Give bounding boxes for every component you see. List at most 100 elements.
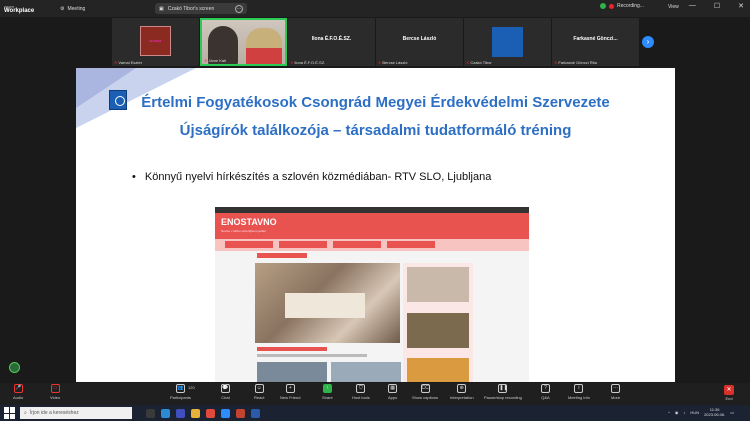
participant-tile[interactable]: Farkasné Gönczi... ✕ Farkasné Gönczi Rita bbox=[552, 18, 639, 66]
meeting-menu[interactable]: ⚙ Meeting bbox=[60, 6, 85, 12]
close-button[interactable]: ✕ bbox=[738, 2, 744, 10]
meeting-info-label: Meeting info bbox=[568, 395, 590, 400]
word-icon[interactable] bbox=[251, 408, 260, 418]
volume-icon[interactable]: ♪ bbox=[683, 410, 685, 415]
task-view-icon[interactable] bbox=[146, 408, 155, 418]
sidebar-photo bbox=[407, 358, 469, 382]
chrome-icon[interactable] bbox=[206, 408, 215, 418]
view-label: View bbox=[668, 4, 679, 10]
network-icon[interactable]: ◉ bbox=[675, 410, 679, 415]
system-tray: ^ ◉ ♪ HUN 11:36 2023.06.06. ▭ bbox=[668, 407, 734, 417]
pause-recording-icon: ❚❚ bbox=[498, 384, 508, 393]
mic-muted-icon: ✕ bbox=[114, 60, 118, 65]
screen-share-label: Czakó Tibor's screen bbox=[167, 5, 215, 12]
site-caption-text bbox=[257, 354, 367, 357]
file-explorer-icon[interactable] bbox=[191, 408, 200, 418]
site-subtitle: Novice v lahko razumljivem jeziku bbox=[221, 229, 266, 233]
participant-tile[interactable]: ✕ Czakó Tibor bbox=[464, 18, 551, 66]
tray-up-icon[interactable]: ^ bbox=[668, 410, 670, 415]
more-button[interactable]: ··· More bbox=[611, 384, 620, 400]
mic-muted-icon: ✕ bbox=[378, 60, 382, 65]
status-badge[interactable] bbox=[9, 362, 20, 373]
pause-recording-label: Pause/stop recording bbox=[484, 395, 522, 400]
participant-name: Jáme Kati bbox=[208, 58, 227, 63]
interpretation-label: Interpretation bbox=[450, 395, 474, 400]
minimize-button[interactable]: — bbox=[689, 2, 696, 10]
zoom-app-window: zoom Workplace ⚙ Meeting ▣ Czakó Tibor's… bbox=[0, 0, 750, 421]
taskbar-search-input[interactable]: ⌕ Írjon ide a kereséshez bbox=[20, 407, 132, 419]
share-button[interactable]: ↑ Share bbox=[322, 384, 333, 400]
captions-icon: CC bbox=[420, 384, 430, 393]
meeting-info-button[interactable]: i Meeting info bbox=[568, 384, 590, 400]
more-icon: ··· bbox=[611, 384, 621, 393]
new-friend-button[interactable]: + New Friend bbox=[280, 384, 300, 400]
pause-recording-button[interactable]: ❚❚ Pause/stop recording bbox=[484, 384, 522, 400]
participant-name-tag: ✕ Czakó Tibor bbox=[466, 60, 492, 65]
chat-button[interactable]: 💬 Chat bbox=[221, 384, 230, 400]
edge-icon[interactable] bbox=[161, 408, 170, 418]
recording-indicator[interactable]: Recording... bbox=[600, 3, 644, 9]
participant-name: Bercse László bbox=[382, 60, 408, 65]
chat-icon: 💬 bbox=[221, 384, 230, 393]
site-main-photo bbox=[255, 263, 400, 343]
powerpoint-icon[interactable] bbox=[236, 408, 245, 418]
clock[interactable]: 11:36 2023.06.06. bbox=[704, 407, 725, 417]
host-tools-button[interactable]: ⛉ Host tools bbox=[352, 384, 370, 400]
site-title: ENOSTAVNO bbox=[221, 217, 277, 227]
mic-muted-icon: ✕ bbox=[204, 58, 208, 63]
screen-share-indicator[interactable]: ▣ Czakó Tibor's screen ··· bbox=[155, 3, 247, 14]
participant-tile[interactable]: Bercse László ✕ Bercse László bbox=[376, 18, 463, 66]
mic-muted-icon: ✕ bbox=[466, 60, 470, 65]
share-options-button[interactable]: ··· bbox=[235, 4, 243, 13]
slide-subtitle: Újságírók találkozója – társadalmi tudat… bbox=[179, 122, 572, 139]
website-screenshot: ENOSTAVNO Novice v lahko razumljivem jez… bbox=[215, 207, 529, 382]
photo-table bbox=[285, 293, 365, 318]
host-tools-icon: ⛉ bbox=[356, 384, 366, 393]
participant-name: Ilona É.F.O.É.SZ. bbox=[294, 60, 326, 65]
maximize-button[interactable]: ☐ bbox=[714, 2, 720, 10]
end-button[interactable]: ✕ End bbox=[724, 385, 734, 401]
slide-bullet: • Könnyű nyelvi hírkészítés a szlovén kö… bbox=[132, 171, 491, 183]
next-participants-button[interactable]: › bbox=[642, 36, 654, 48]
qa-label: Q&A bbox=[541, 395, 550, 400]
interpretation-button[interactable]: ⊕ Interpretation bbox=[450, 384, 474, 400]
video-button[interactable]: ▭ Video bbox=[50, 384, 60, 400]
app-brand: zoom Workplace bbox=[0, 4, 52, 14]
search-placeholder: Írjon ide a kereséshez bbox=[29, 410, 79, 416]
zoom-icon[interactable] bbox=[221, 408, 230, 418]
view-button[interactable]: View bbox=[668, 4, 679, 10]
participant-tile[interactable]: Ilona É.F.O.É.SZ. ✕ Ilona É.F.O.É.SZ. bbox=[288, 18, 375, 66]
search-icon: ⌕ bbox=[24, 410, 27, 416]
participant-tile[interactable]: ÉFOÉSZ ✕ Varnai Eszter bbox=[112, 18, 199, 66]
end-label: End bbox=[725, 396, 733, 401]
site-caption bbox=[257, 347, 327, 351]
recording-dot-icon bbox=[609, 3, 614, 9]
video-label: Video bbox=[50, 395, 61, 400]
apps-icon: ▦ bbox=[388, 384, 398, 393]
language-indicator[interactable]: HUN bbox=[690, 410, 699, 415]
host-tools-label: Host tools bbox=[352, 395, 370, 400]
share-icon: ↑ bbox=[322, 384, 332, 393]
sidebar-photo bbox=[407, 313, 469, 348]
qa-icon: ? bbox=[541, 384, 550, 393]
interpretation-icon: ⊕ bbox=[457, 384, 467, 393]
participant-name: Farkasné Gönczi Rita bbox=[558, 60, 597, 65]
participant-center-name: Farkasné Gönczi... bbox=[573, 36, 618, 42]
participant-strip: ÉFOÉSZ ✕ Varnai Eszter ✕ Jáme Kati Ilona É… bbox=[112, 18, 640, 66]
participant-name: Czakó Tibor bbox=[470, 60, 492, 65]
notification-icon[interactable]: ▭ bbox=[730, 410, 734, 415]
participant-tile-active-speaker[interactable]: ✕ Jáme Kati bbox=[200, 18, 287, 66]
mic-muted-icon: ✕ bbox=[554, 60, 558, 65]
person-shirt bbox=[246, 48, 282, 64]
audio-button[interactable]: 🎤 Audio bbox=[13, 384, 23, 400]
windows-start-icon[interactable] bbox=[4, 407, 16, 419]
apps-button[interactable]: ▦ Apps bbox=[388, 384, 397, 400]
teams-icon[interactable] bbox=[176, 408, 185, 418]
site-sidebar bbox=[403, 263, 473, 382]
captions-button[interactable]: CC Show captions bbox=[412, 384, 438, 400]
new-friend-label: New Friend bbox=[280, 395, 301, 400]
mic-muted-icon: 🎤 bbox=[13, 384, 23, 393]
sidebar-photo bbox=[407, 267, 469, 302]
qa-button[interactable]: ? Q&A bbox=[541, 384, 550, 400]
react-button[interactable]: ☺ React bbox=[254, 384, 264, 400]
